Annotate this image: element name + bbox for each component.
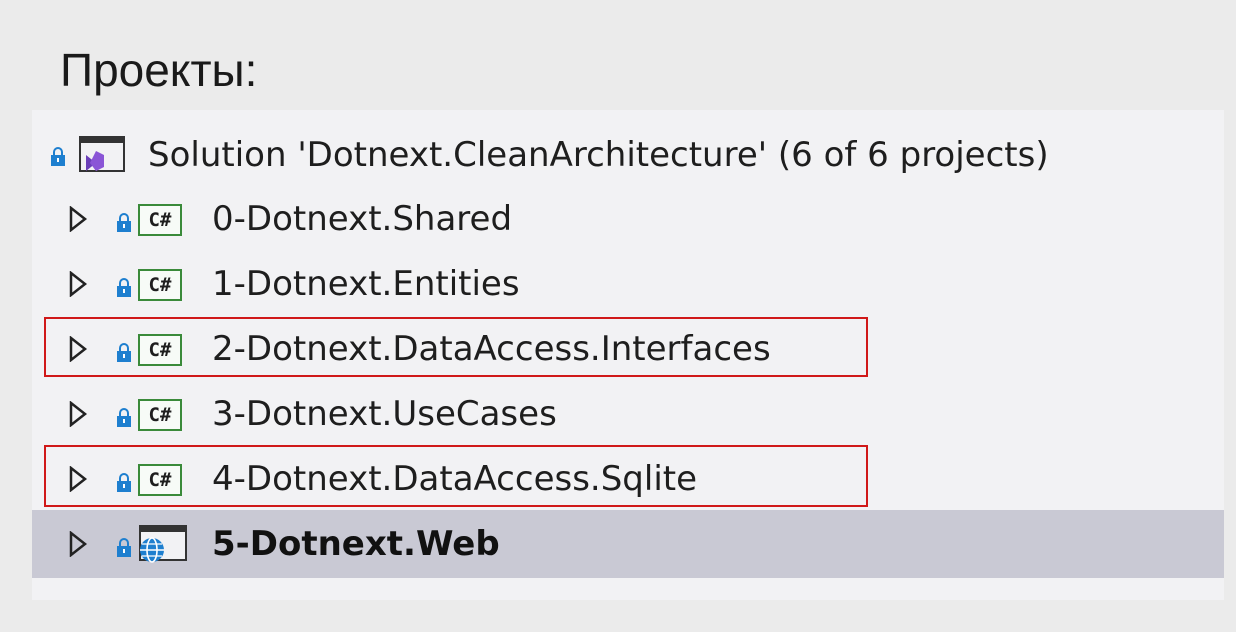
expand-arrow-icon[interactable] bbox=[68, 206, 88, 232]
solution-row[interactable]: Solution 'Dotnext.CleanArchitecture' (6 … bbox=[32, 123, 1224, 187]
web-project-icon bbox=[139, 525, 187, 563]
expand-arrow-icon[interactable] bbox=[68, 271, 88, 297]
project-label: 3-Dotnext.UseCases bbox=[212, 394, 557, 434]
project-row-usecases[interactable]: C# 3-Dotnext.UseCases bbox=[32, 382, 1224, 446]
lock-icon bbox=[117, 408, 131, 427]
visual-studio-solution-icon bbox=[79, 136, 125, 172]
expand-arrow-icon[interactable] bbox=[68, 401, 88, 427]
csharp-project-icon: C# bbox=[138, 204, 182, 236]
solution-label: Solution 'Dotnext.CleanArchitecture' (6 … bbox=[148, 135, 1049, 175]
lock-icon bbox=[117, 278, 131, 297]
project-label: 1-Dotnext.Entities bbox=[212, 264, 520, 304]
project-row-web[interactable]: 5-Dotnext.Web bbox=[32, 510, 1224, 578]
highlight-box-sqlite bbox=[44, 445, 868, 507]
lock-icon bbox=[51, 147, 65, 166]
project-label: 0-Dotnext.Shared bbox=[212, 199, 513, 239]
slide-heading: Проекты: bbox=[60, 44, 258, 96]
csharp-project-icon: C# bbox=[138, 269, 182, 301]
lock-icon bbox=[117, 213, 131, 232]
project-row-entities[interactable]: C# 1-Dotnext.Entities bbox=[32, 252, 1224, 316]
project-row-shared[interactable]: C# 0-Dotnext.Shared bbox=[32, 187, 1224, 251]
highlight-box-interfaces bbox=[44, 317, 868, 377]
project-label: 5-Dotnext.Web bbox=[212, 524, 500, 564]
lock-icon bbox=[117, 538, 131, 557]
expand-arrow-icon[interactable] bbox=[68, 531, 88, 557]
csharp-project-icon: C# bbox=[138, 399, 182, 431]
